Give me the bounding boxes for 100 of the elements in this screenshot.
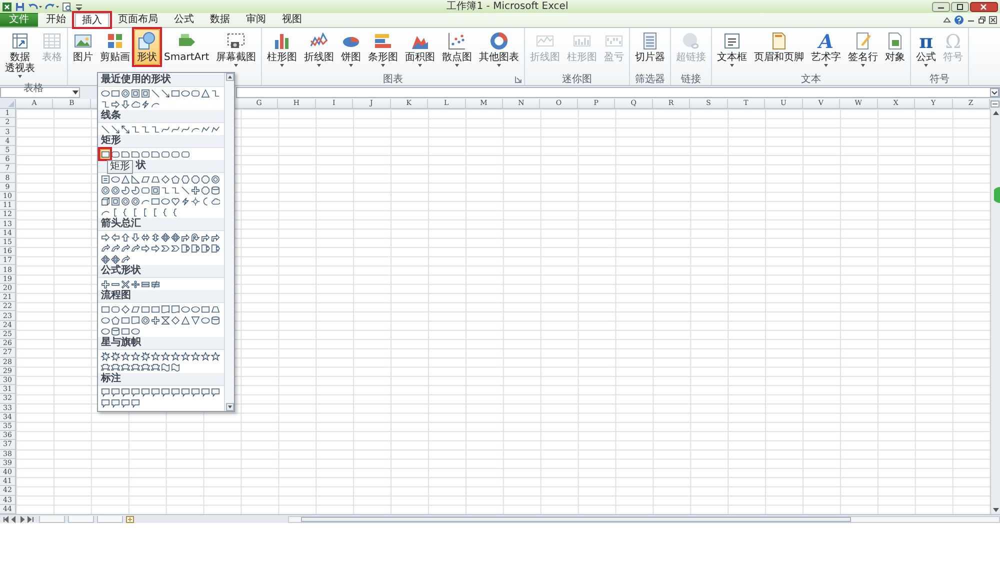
curved-arrow-icon[interactable] <box>120 244 130 252</box>
quad-arrow-icon[interactable] <box>100 254 110 264</box>
star-icon[interactable] <box>120 352 130 360</box>
document-icon[interactable] <box>170 304 180 314</box>
brace-icon[interactable] <box>170 208 180 216</box>
donut-icon[interactable] <box>120 196 130 206</box>
ribbon-button[interactable]: 饼图 <box>338 29 364 71</box>
ribbon-button[interactable]: 条形图 <box>365 29 402 71</box>
rounded-rectangle-icon[interactable] <box>140 186 150 194</box>
curve-icon[interactable] <box>160 124 170 134</box>
ribbon-tab[interactable]: 页面布局 <box>111 13 165 27</box>
elbow-icon[interactable] <box>160 186 170 194</box>
ribbon-button[interactable]: 切片器 <box>632 29 668 65</box>
scroll-down-icon[interactable] <box>226 403 234 411</box>
plus-icon[interactable] <box>150 316 160 324</box>
line-icon[interactable] <box>180 186 190 194</box>
right-triangle-icon[interactable] <box>130 174 140 184</box>
burst-icon[interactable] <box>110 352 120 360</box>
wave-icon[interactable] <box>160 362 170 372</box>
callout-icon[interactable] <box>140 388 150 396</box>
cube-icon[interactable] <box>100 196 110 206</box>
collapse-ribbon-icon[interactable] <box>943 16 951 24</box>
ribbon-button[interactable]: 剪贴画 <box>97 29 133 65</box>
oval-icon[interactable] <box>100 88 110 98</box>
ribbon-tab[interactable]: 文件 <box>0 13 38 27</box>
rectangle-icon[interactable] <box>120 326 130 336</box>
heart-icon[interactable] <box>170 196 180 206</box>
donut-icon[interactable] <box>100 186 110 194</box>
banner-icon[interactable] <box>120 362 130 372</box>
customize-caret-icon[interactable] <box>75 2 83 12</box>
banner-icon[interactable] <box>100 362 110 372</box>
sheet-navigation-icon[interactable] <box>2 516 36 522</box>
donut-icon[interactable] <box>120 88 130 98</box>
double-arrow-line-icon[interactable] <box>120 124 130 134</box>
burst-icon[interactable] <box>100 352 110 360</box>
callout-icon[interactable] <box>130 388 140 396</box>
document-icon[interactable] <box>160 304 170 314</box>
brace-icon[interactable] <box>120 208 130 216</box>
donut-icon[interactable] <box>130 196 140 206</box>
cylinder-icon[interactable] <box>110 326 120 336</box>
arrow-line-icon[interactable] <box>160 88 170 98</box>
donut-icon[interactable] <box>110 186 120 194</box>
ribbon-button[interactable]: 屏幕截图 <box>213 29 260 71</box>
scroll-up-icon[interactable] <box>992 109 1000 117</box>
ribbon-button[interactable]: 文本框 <box>714 29 750 71</box>
rectangle-icon[interactable] <box>150 196 160 206</box>
right-arrow-icon[interactable] <box>140 244 150 252</box>
arrow-line-icon[interactable] <box>110 124 120 134</box>
curved-arrow-icon[interactable] <box>110 244 120 252</box>
ribbon-button[interactable]: 形状 <box>134 29 160 65</box>
brace-icon[interactable] <box>160 208 170 216</box>
rounded-rectangle-icon[interactable] <box>180 150 190 158</box>
callout-arrow-icon[interactable] <box>210 244 220 252</box>
right-arrow-icon[interactable] <box>110 100 120 108</box>
print-preview-icon[interactable] <box>62 2 72 12</box>
plus-icon[interactable] <box>190 186 200 194</box>
quad-arrow-icon[interactable] <box>110 254 120 264</box>
ribbon-button[interactable]: 图片 <box>70 29 96 65</box>
document-icon[interactable] <box>130 316 140 324</box>
rectangle-icon[interactable] <box>170 88 180 98</box>
octagon-icon[interactable] <box>190 174 200 184</box>
ribbon-tab[interactable]: 视图 <box>275 13 309 27</box>
banner-icon[interactable] <box>150 362 160 372</box>
star-icon[interactable] <box>190 352 200 360</box>
wave-icon[interactable] <box>170 362 180 372</box>
chevron-icon[interactable] <box>170 244 180 252</box>
callout-icon[interactable] <box>120 398 130 408</box>
frame-icon[interactable] <box>130 88 140 98</box>
rectangle-icon[interactable] <box>200 304 210 314</box>
ribbon-tab[interactable]: 开始 <box>39 13 73 27</box>
oval-icon[interactable] <box>100 316 110 324</box>
rounded-rectangle-icon[interactable] <box>170 150 180 158</box>
oval-icon[interactable] <box>190 304 200 314</box>
star-icon[interactable] <box>160 352 170 360</box>
callout-icon[interactable] <box>100 398 110 408</box>
triangle-icon[interactable] <box>200 88 210 98</box>
callout-icon[interactable] <box>120 388 130 396</box>
frame-icon[interactable] <box>150 186 160 194</box>
rectangle-icon[interactable] <box>140 304 150 314</box>
bent-arrow-icon[interactable] <box>180 232 190 242</box>
cylinder-icon[interactable] <box>210 316 220 324</box>
callout-icon[interactable] <box>110 388 120 396</box>
curved-arrow-icon[interactable] <box>120 254 130 264</box>
insert-sheet-icon[interactable] <box>126 516 135 522</box>
left-right-arrow-icon[interactable] <box>140 232 150 242</box>
pie-icon[interactable] <box>130 186 140 194</box>
oval-icon[interactable] <box>100 326 110 336</box>
ribbon-button[interactable]: 散点图 <box>439 29 476 71</box>
callout-icon[interactable] <box>100 388 110 396</box>
rounded-rectangle-icon[interactable] <box>110 150 120 158</box>
callout-icon[interactable] <box>210 388 220 396</box>
ribbon-button[interactable]: 柱形图 <box>264 29 300 71</box>
split-handle-icon[interactable] <box>990 99 1000 109</box>
undo-icon[interactable] <box>28 2 42 12</box>
callout-arrow-icon[interactable] <box>200 244 210 252</box>
not-equal-icon[interactable] <box>150 280 160 288</box>
ribbon-tab[interactable]: 公式 <box>167 13 201 27</box>
triangle-icon[interactable] <box>120 174 130 184</box>
burst-icon[interactable] <box>140 352 150 360</box>
callout-icon[interactable] <box>160 388 170 396</box>
